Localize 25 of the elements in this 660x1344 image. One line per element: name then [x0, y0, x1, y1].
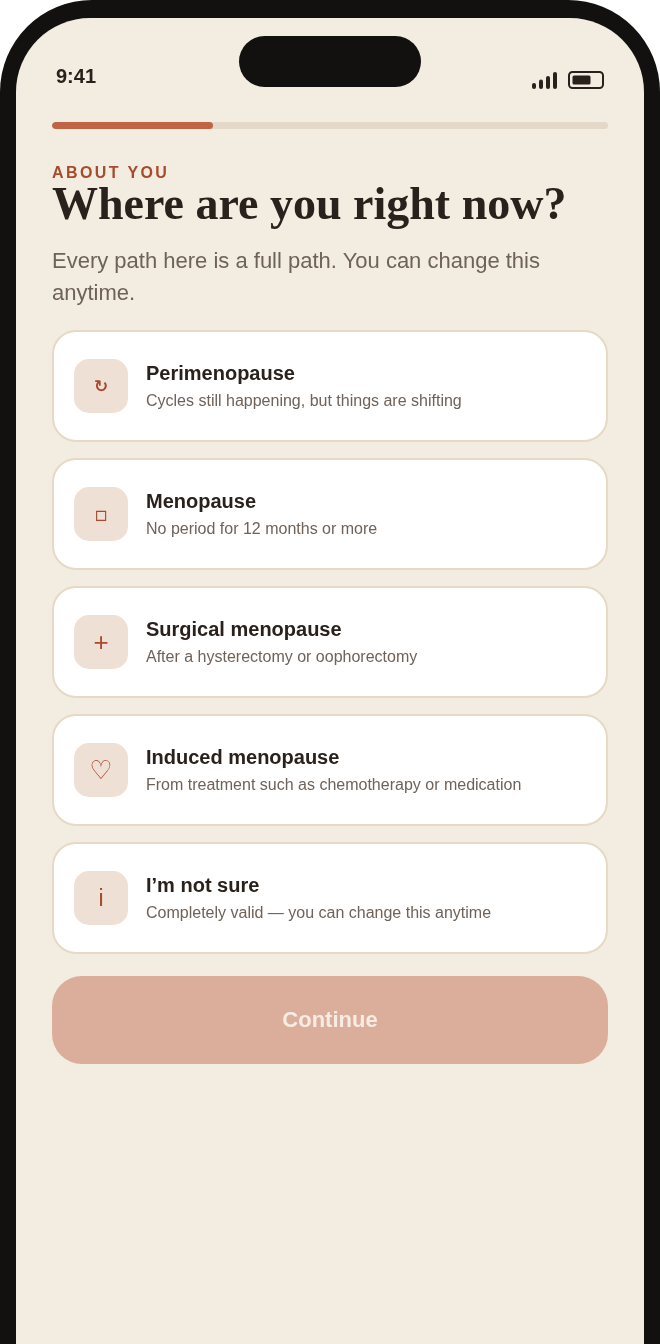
heart-icon: ♡: [74, 743, 128, 797]
option-card[interactable]: ♡ Induced menopause From treatment such as chemotherapy or medication: [52, 714, 608, 826]
option-card[interactable]: ▫ Menopause No period for 12 months or more: [52, 458, 608, 570]
option-description: From treatment such as chemotherapy or medication: [146, 775, 522, 795]
option-description: No period for 12 months or more: [146, 519, 378, 539]
option-title: I’m not sure: [146, 873, 260, 898]
option-title: Surgical menopause: [146, 617, 342, 642]
battery-icon: [568, 71, 604, 89]
option-description: After a hysterectomy or oophorectomy: [146, 647, 418, 667]
option-title: Menopause: [146, 489, 257, 514]
option-card[interactable]: + Surgical menopause After a hysterectomy or oophorectomy: [52, 586, 608, 698]
option-card[interactable]: ↻ Perimenopause Cycles still happening, but things are shifting: [52, 330, 608, 442]
info-icon: i: [74, 871, 128, 925]
option-description: Cycles still happening, but things are shifting: [146, 391, 462, 411]
status-time: 9:41: [56, 64, 97, 88]
option-description: Completely valid — you can change this anytime: [146, 903, 492, 923]
option-title: Induced menopause: [146, 745, 340, 770]
plus-icon: +: [74, 615, 128, 669]
section-eyebrow: ABOUT YOU: [52, 163, 170, 183]
page-title: Where are you right now?: [52, 181, 567, 227]
option-title: Perimenopause: [146, 361, 295, 386]
signal-icon: [532, 71, 557, 89]
option-card[interactable]: i I’m not sure Completely valid — you can change this anytime: [52, 842, 608, 954]
cycle-arrow-icon: ↻: [74, 359, 128, 413]
page-subtitle: Every path here is a full path. You can change this anytime.: [52, 247, 541, 307]
